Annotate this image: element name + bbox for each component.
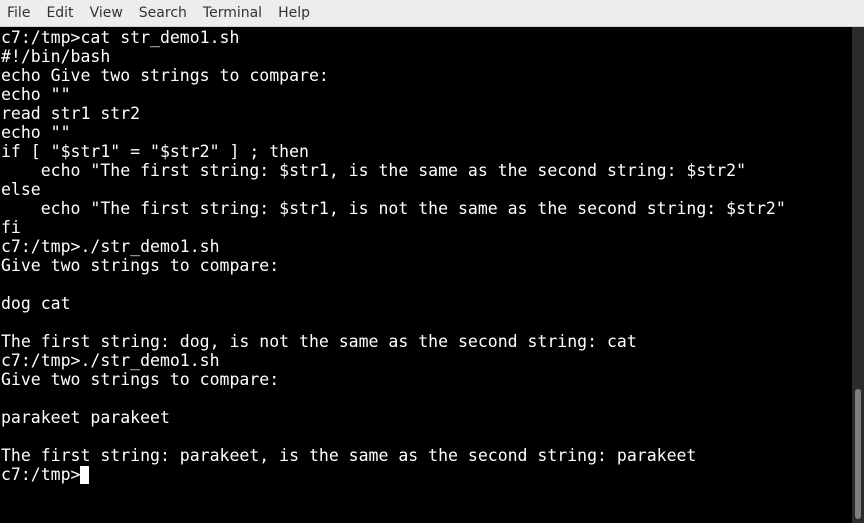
terminal-line: #!/bin/bash [1, 47, 111, 66]
scrollbar-thumb[interactable] [855, 389, 861, 519]
terminal-line: echo "The first string: $str1, is not th… [1, 199, 786, 218]
menu-search[interactable]: Search [131, 0, 195, 27]
terminal-window: File Edit View Search Terminal Help c7:/… [0, 0, 864, 523]
terminal-line: echo "" [1, 123, 71, 142]
terminal-line: Give two strings to compare: [1, 370, 280, 389]
menu-view[interactable]: View [82, 0, 131, 27]
terminal-line: else [1, 180, 41, 199]
terminal-line: echo "The first string: $str1, is the sa… [1, 161, 747, 180]
menu-help[interactable]: Help [270, 0, 318, 27]
terminal-line: echo "" [1, 85, 71, 104]
terminal-line: parakeet parakeet [1, 408, 170, 427]
terminal-line: read str1 str2 [1, 104, 141, 123]
terminal-line: c7:/tmp>./str_demo1.sh [1, 237, 220, 256]
menu-terminal[interactable]: Terminal [195, 0, 270, 27]
cursor-block-icon [80, 466, 90, 484]
terminal-line: if [ "$str1" = "$str2" ] ; then [1, 142, 309, 161]
terminal-line: The first string: dog, is not the same a… [1, 332, 637, 351]
terminal-output[interactable]: c7:/tmp>cat str_demo1.sh #!/bin/bash ech… [0, 27, 852, 523]
menu-file[interactable]: File [0, 0, 38, 27]
terminal-text: c7:/tmp>cat str_demo1.sh #!/bin/bash ech… [1, 28, 786, 484]
terminal-line: c7:/tmp>cat str_demo1.sh [1, 28, 240, 47]
vertical-scrollbar[interactable] [852, 27, 864, 523]
prompt-line[interactable]: c7:/tmp> [1, 465, 786, 484]
menu-edit[interactable]: Edit [38, 0, 81, 27]
terminal-line: Give two strings to compare: [1, 256, 280, 275]
terminal-line: echo Give two strings to compare: [1, 66, 329, 85]
terminal-line: The first string: parakeet, is the same … [1, 446, 697, 465]
menu-bar: File Edit View Search Terminal Help [0, 0, 864, 27]
terminal-line: dog cat [1, 294, 71, 313]
prompt-text: c7:/tmp> [1, 465, 81, 484]
terminal-line: fi [1, 218, 21, 237]
terminal-line: c7:/tmp>./str_demo1.sh [1, 351, 220, 370]
